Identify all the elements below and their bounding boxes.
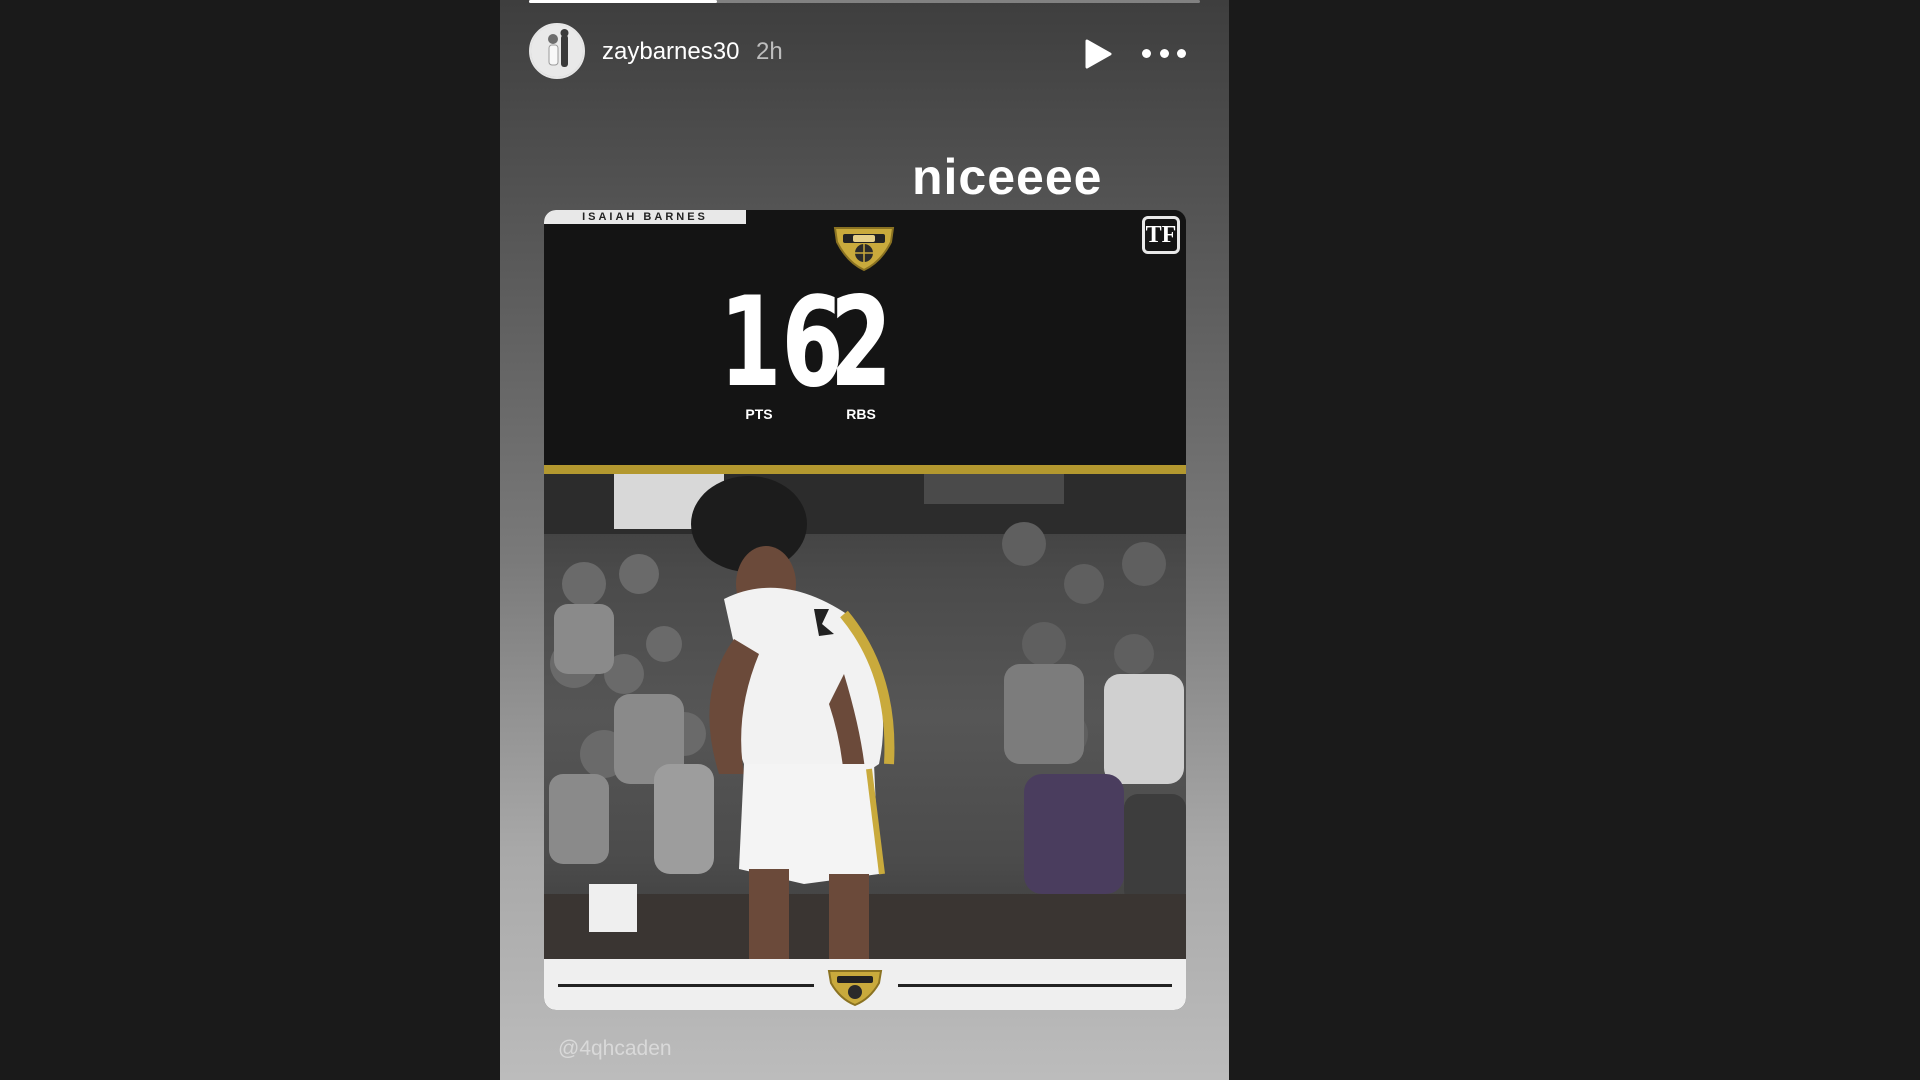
basketball-shield-logo-icon [827, 970, 883, 1007]
play-button[interactable] [1084, 39, 1112, 69]
stat-rebounds: 2 RBS [806, 278, 916, 422]
story-viewer[interactable]: zaybarnes30 2h niceeee ISAIAH BARNES TF … [500, 0, 1229, 1080]
player-photo [544, 474, 1186, 959]
footer-rule-right [898, 984, 1172, 987]
more-options-button[interactable] [1142, 38, 1186, 68]
stat-points: 16 PTS [704, 271, 844, 422]
username[interactable]: zaybarnes30 [602, 38, 739, 66]
story-progress-fill [529, 0, 717, 3]
play-icon [1085, 39, 1112, 69]
footer-rule-left [558, 984, 814, 987]
more-dot-icon [1159, 48, 1169, 58]
basketball-shield-logo-icon [833, 227, 895, 272]
more-dot-icon [1177, 48, 1186, 58]
player-name-tag: ISAIAH BARNES [544, 210, 746, 224]
timestamp: 2h [756, 38, 783, 65]
tf-brand-logo: TF [1142, 216, 1180, 254]
more-dot-icon [1142, 48, 1151, 58]
avatar-image [531, 25, 583, 77]
profile-avatar[interactable] [529, 23, 585, 79]
gold-divider [544, 465, 1186, 474]
story-caption-text: niceeee [912, 149, 1103, 205]
story-progress-bar [529, 0, 1200, 3]
points-value: 16 [719, 271, 844, 415]
card-footer [544, 959, 1186, 1010]
mention-credit[interactable]: @4qhcaden [558, 1037, 672, 1061]
shared-post-card[interactable]: ISAIAH BARNES TF 16 PTS 2 RBS [544, 210, 1186, 1010]
basketball-player-image [544, 474, 1186, 959]
stats-banner: ISAIAH BARNES TF 16 PTS 2 RBS [544, 210, 1186, 465]
rebounds-value: 2 [829, 271, 893, 415]
